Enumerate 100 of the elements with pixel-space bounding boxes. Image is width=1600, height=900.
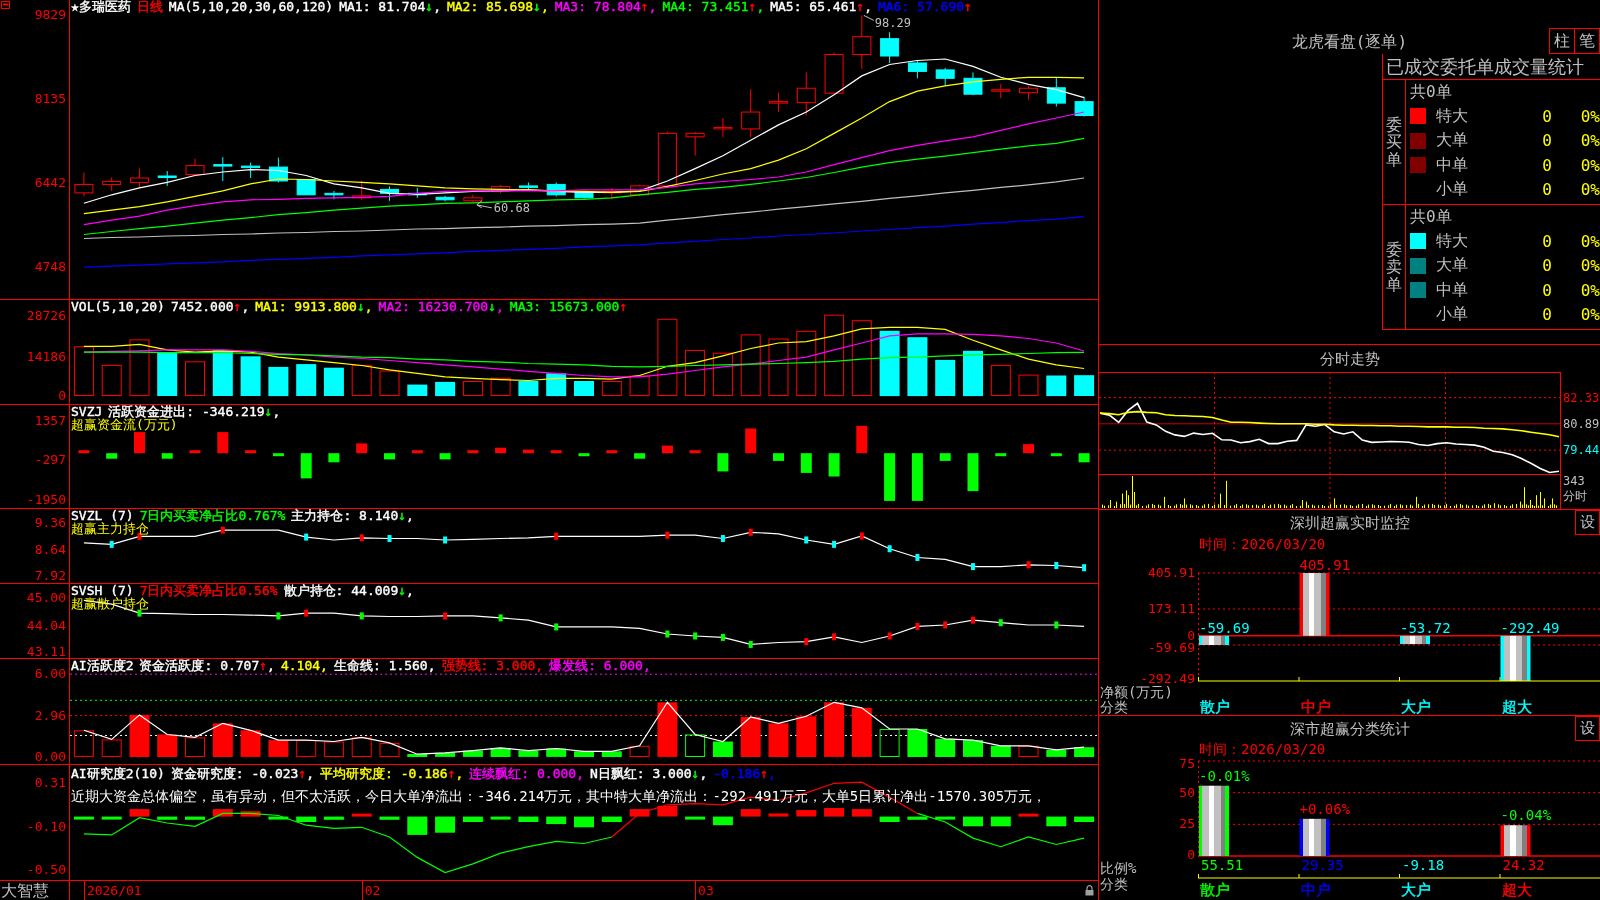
- volume-axis-label: 分时: [1562, 489, 1587, 504]
- order-percent: 0%: [1580, 106, 1600, 126]
- order-total: 共0单: [1410, 81, 1452, 103]
- axis-label: -0.50: [26, 864, 66, 877]
- low-price-label: 60.68: [493, 200, 530, 215]
- axis-title: 分类: [1099, 875, 1128, 893]
- legend-label: MA5: 65.461↑,: [770, 0, 872, 13]
- legend-label: MA2: 85.698↓,: [446, 0, 549, 13]
- legend-label: MA1: 81.704↓,: [339, 0, 441, 13]
- value-label: -59.69: [1199, 619, 1250, 636]
- table-title: 已成交委托单成交量统计: [1383, 54, 1600, 80]
- legend-label: MA3: 78.804↑,: [554, 0, 657, 13]
- order-size-label: 特大: [1436, 105, 1468, 127]
- axis-label: -0.10: [26, 821, 66, 834]
- category-label: 超大: [1500, 882, 1532, 900]
- panel-title: 龙虎看盘(逐单): [1291, 31, 1408, 53]
- legend-label: N日飘红: 3.000↓,: [590, 767, 708, 781]
- axis-label: 9829: [34, 9, 66, 22]
- axis-label: 7.92: [34, 569, 66, 582]
- legend-label: MA6: 57.690↑: [877, 0, 972, 13]
- axis-label: 0.31: [34, 777, 66, 790]
- axis-title: 净额(万元): [1099, 685, 1173, 699]
- axis-label: -59.69: [1148, 641, 1195, 654]
- order-percent: 0%: [1580, 131, 1600, 151]
- axis-label: 9.36: [34, 517, 66, 530]
- date-label: 03: [695, 881, 714, 900]
- legend-label: MA1: 9913.800↓,: [255, 300, 373, 313]
- category-label: 中户: [1299, 699, 1331, 715]
- value-label: -9.18: [1402, 857, 1445, 873]
- order-size-label: 中单: [1436, 154, 1468, 176]
- panel-title: 分时走势: [1319, 348, 1380, 369]
- category-label: 大户: [1400, 882, 1431, 900]
- axis-label: 75: [1179, 758, 1195, 770]
- indicator-subtitle: 超赢主力持仓: [71, 522, 149, 535]
- change-label: +0.06%: [1299, 800, 1351, 817]
- order-size-label: 特大: [1436, 230, 1468, 252]
- order-percent: 0%: [1580, 280, 1600, 300]
- axis-label: 4748: [34, 261, 66, 274]
- legend-label: 活跃资金进出: -346.219↓,: [108, 405, 281, 418]
- axis-label: 50: [1179, 786, 1195, 799]
- legend-label: -0.186↑,: [713, 767, 776, 781]
- axis-label: 80.89: [1563, 417, 1600, 430]
- change-label: -0.04%: [1500, 807, 1552, 824]
- axis-label: -297: [34, 454, 66, 467]
- value-label: 24.32: [1502, 857, 1545, 873]
- order-size-label: 小单: [1436, 304, 1468, 326]
- axis-label: 2.96: [34, 710, 66, 723]
- axis-label: 0: [1187, 849, 1195, 861]
- axis-label: 405.91: [1148, 567, 1195, 579]
- change-label: -0.01%: [1199, 767, 1250, 784]
- order-percent: 0%: [1580, 305, 1600, 325]
- axis-label: 173.11: [1148, 603, 1195, 615]
- axis-title: 比例%: [1099, 861, 1137, 875]
- order-count: 0: [1542, 231, 1552, 251]
- legend-label: MA2: 16230.700↓,: [378, 300, 504, 313]
- legend-label: 4.104,: [280, 659, 328, 672]
- order-size-label: 中单: [1436, 279, 1468, 301]
- axis-label: 25: [1179, 818, 1195, 831]
- category-label: 超大: [1500, 699, 1532, 715]
- order-percent: 0%: [1580, 180, 1600, 200]
- panel-title: 深市超赢分类统计: [1289, 718, 1410, 739]
- order-percent: 0%: [1580, 155, 1600, 175]
- axis-label: 0.00: [34, 751, 66, 763]
- order-percent: 0%: [1580, 256, 1600, 276]
- legend-label: SVSH (7): [71, 584, 134, 597]
- category-label: 散户: [1199, 882, 1230, 900]
- axis-label: 1357: [34, 414, 66, 427]
- order-count: 0: [1542, 106, 1552, 126]
- group-label: 委卖单: [1386, 240, 1402, 294]
- value-label: 29.35: [1301, 857, 1344, 873]
- order-count: 0: [1542, 256, 1552, 276]
- legend-label: SVZJ: [71, 405, 103, 418]
- legend-label: 资金研究度: -0.023↑,: [170, 767, 315, 781]
- timestamp-label: 时间：2026/03/20: [1199, 741, 1326, 758]
- group-label: 委买单: [1386, 115, 1402, 169]
- order-total: 共0单: [1410, 206, 1452, 228]
- date-label: 2026/01: [83, 881, 142, 900]
- axis-label: 8135: [34, 93, 66, 106]
- legend-label: VOL(5,10,20): [71, 300, 165, 313]
- axis-label: 44.04: [26, 619, 66, 632]
- legend-label: 主力持仓: 8.140↓,: [291, 509, 414, 522]
- order-size-label: 大单: [1436, 130, 1468, 152]
- category-label: 中户: [1299, 882, 1331, 900]
- panel-title: 深圳超赢实时监控: [1289, 512, 1410, 533]
- value-label: 55.51: [1201, 857, 1244, 873]
- volume-max-label: 343: [1562, 474, 1585, 489]
- axis-label: 6442: [34, 177, 66, 190]
- high-price-label: 98.29: [874, 16, 911, 31]
- axis-label: 0: [1187, 629, 1195, 642]
- order-count: 0: [1542, 180, 1552, 200]
- axis-label: 43.11: [26, 645, 66, 658]
- brand-name: 大智慧: [0, 881, 49, 900]
- order-count: 0: [1542, 305, 1552, 325]
- legend-label: 连续飘红: 0.000,: [469, 767, 584, 781]
- axis-label: 28726: [26, 310, 66, 323]
- date-label: 02: [361, 881, 381, 900]
- legend-label: 7452.000↑,: [170, 300, 250, 313]
- legend-label: 7日内买卖净占比0.767%: [139, 509, 286, 522]
- legend-label: 生命线: 1.560,: [333, 659, 436, 672]
- axis-label: 45.00: [26, 592, 66, 605]
